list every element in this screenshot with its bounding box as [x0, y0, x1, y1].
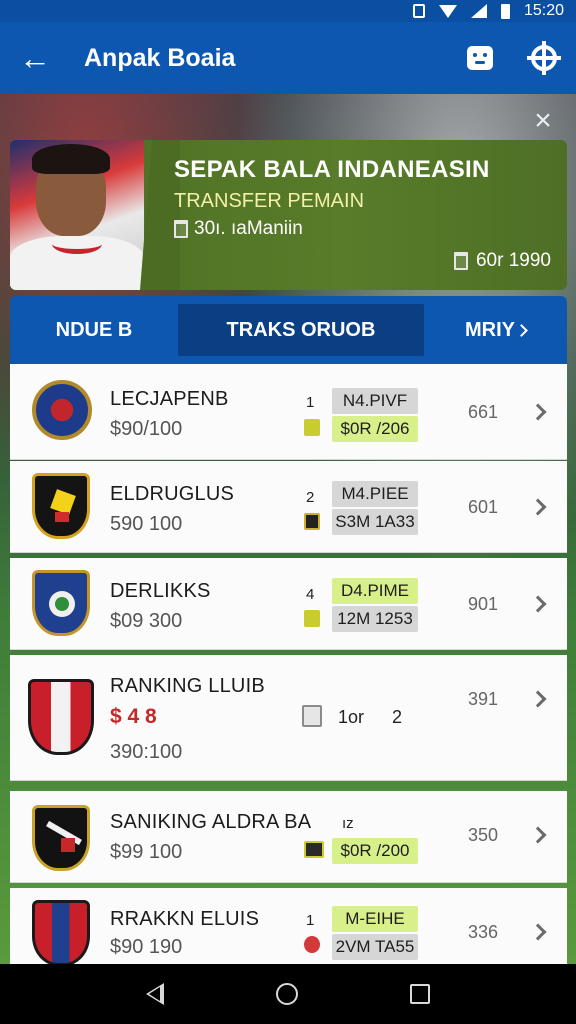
face-icon [467, 46, 493, 70]
club-rank-secondary: 2 [392, 707, 403, 727]
club-crest [28, 679, 94, 755]
signal-icon [470, 4, 487, 18]
player-photo [10, 140, 144, 290]
battery-icon [500, 3, 510, 19]
wifi-icon [438, 4, 457, 18]
system-nav-bar [0, 964, 576, 1024]
tab-bar: NDUE B TRAKS ORUOB MRIY [10, 296, 567, 364]
chevron-right-icon [529, 826, 547, 844]
trash-icon [302, 705, 322, 727]
club-stat: 336 [468, 922, 499, 942]
chevron-right-icon [529, 595, 547, 613]
list-item[interactable]: DERLIKKS $09 300 4 D4.PIME 12M 1253 901 [10, 558, 567, 650]
list-item[interactable]: SANIKING ALDRA BA $99 100 ız $0R /200 35… [10, 791, 567, 883]
tab-traks-oruob[interactable]: TRAKS ORUOB [178, 304, 424, 356]
club-pill: 2VM TA55 [332, 934, 418, 960]
tab-mriy[interactable]: MRIY [424, 296, 567, 364]
club-pill: D4.PIME [332, 578, 418, 604]
club-rank: 1or [338, 707, 365, 727]
club-pill: M-EIHE [332, 906, 418, 932]
club-crest [32, 900, 90, 966]
list-item[interactable]: RANKING LLUIB $ 4 8 390:100 1or 2 391 [10, 655, 567, 781]
club-value: $90 190 [110, 936, 183, 958]
trash-icon [453, 252, 468, 270]
chevron-right-icon [515, 323, 528, 337]
list-item[interactable]: RRAKKN ELUIS $90 190 1 M-EIHE 2VM TA55 3… [10, 888, 567, 966]
club-name: DERLIKKS [110, 580, 211, 602]
club-crest [32, 473, 90, 539]
club-emoji-line: $ 4 8 [110, 705, 157, 728]
banner-subtitle: TRANSFER PEMAIN [174, 190, 365, 212]
club-name: LECJAPENB [110, 388, 229, 410]
status-time: 15:20 [523, 2, 564, 19]
club-name: RANKING LLUIB [110, 675, 265, 697]
banner-right-value: 60r 1990 [453, 250, 551, 272]
club-crest [32, 380, 92, 446]
tag-icon [304, 841, 324, 858]
club-name: SANIKING ALDRA BA [110, 811, 312, 833]
banner-meta: 30ı. ıaManiin [174, 218, 303, 240]
club-value: $09 300 [110, 610, 183, 632]
club-rank: 1 [306, 912, 315, 929]
club-pill: $0R /206 [332, 416, 418, 442]
club-name: RRAKKN ELUIS [110, 908, 260, 930]
status-bar: 15:20 [0, 0, 576, 22]
club-stat: 901 [468, 594, 499, 614]
club-value: 390:100 [110, 741, 183, 763]
club-value: $99 100 [110, 841, 183, 863]
club-value: 590 100 [110, 513, 183, 535]
badge-icon [304, 936, 320, 953]
club-pill: S3M 1A33 [332, 509, 418, 535]
trash-icon [174, 220, 188, 238]
club-stat: 391 [468, 689, 499, 709]
club-name: ELDRUGLUS [110, 483, 235, 505]
banner-title: SEPAK BALA INDANEASIN [174, 156, 490, 183]
club-crest [32, 570, 90, 636]
club-rank: 1 [306, 394, 315, 411]
chevron-right-icon [529, 923, 547, 941]
transfer-banner[interactable]: SEPAK BALA INDANEASIN TRANSFER PEMAIN 30… [10, 140, 567, 290]
club-stat: 601 [468, 497, 499, 517]
list-item[interactable]: ELDRUGLUS 590 100 2 M4.PIEE S3M 1A33 601 [10, 461, 567, 553]
nav-recent-icon[interactable] [410, 984, 430, 1004]
nfc-icon [412, 4, 425, 18]
tag-icon [304, 419, 320, 436]
tag-icon [304, 513, 320, 530]
club-pill: $0R /200 [332, 838, 418, 864]
club-crest [32, 805, 90, 871]
club-stat: 661 [468, 402, 499, 422]
club-rank: 2 [306, 489, 315, 506]
close-icon[interactable]: × [526, 106, 560, 140]
arrow-left-icon: ← [19, 39, 51, 76]
profile-button[interactable] [448, 22, 512, 94]
club-pill: M4.PIEE [332, 481, 418, 507]
club-pill: N4.PIVF [332, 388, 418, 414]
chevron-right-icon [529, 690, 547, 708]
tab-ndue-b[interactable]: NDUE B [10, 296, 178, 364]
nav-home-icon[interactable] [276, 983, 298, 1005]
gear-icon [527, 41, 561, 75]
chevron-right-icon [529, 403, 547, 421]
club-rank: 4 [306, 586, 315, 603]
chevron-right-icon [529, 498, 547, 516]
page-title: Anpak Boaia [84, 43, 236, 72]
back-button[interactable]: ← [0, 22, 70, 94]
settings-button[interactable] [512, 22, 576, 94]
club-pill: 12M 1253 [332, 606, 418, 632]
nav-back-icon[interactable] [146, 983, 164, 1005]
app-bar: ← Anpak Boaia [0, 22, 576, 94]
club-stat: 350 [468, 825, 499, 845]
club-value: $90/100 [110, 418, 183, 440]
club-rank: ız [342, 815, 354, 832]
tag-icon [304, 610, 320, 627]
list-item[interactable]: LECJAPENB $90/100 1 N4.PIVF $0R /206 661 [10, 364, 567, 460]
